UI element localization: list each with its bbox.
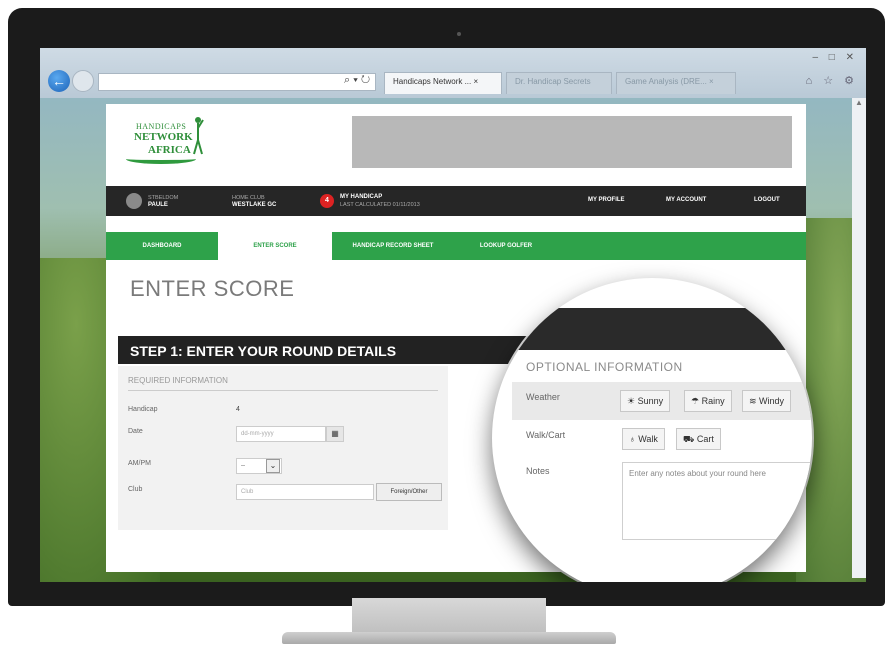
homeclub-name: Westlake GC [232,202,277,208]
required-info-panel: REQUIRED INFORMATION Handicap 4 Date dd-… [118,366,448,530]
logout-link[interactable]: Logout [754,197,780,203]
cart-button[interactable]: ⛟ Cart [676,428,721,450]
browser-chrome: ← ⌕ ▾ ↻ Handicaps Network ... × Dr. Hand… [40,48,866,98]
club-label: Club [128,486,143,493]
my-handicap-label: My Handicap [340,194,383,200]
nav-lookup-golfer[interactable]: Lookup Golfer [454,232,558,260]
monitor-stand-base [282,632,616,644]
my-account-link[interactable]: My Account [666,197,706,203]
handicap-badge: 4 [320,194,334,208]
golfer-label: Stbeldom [148,195,179,201]
my-profile-link[interactable]: My Profile [588,197,625,203]
browser-tab[interactable]: Game Analysis (DRE... × [616,72,736,94]
calendar-icon[interactable]: ▦ [326,426,344,442]
scroll-up-icon[interactable]: ▲ [852,98,866,107]
step-header: STEP 1: ENTER YOUR ROUND DETAILS [118,336,538,364]
forward-arrow-icon[interactable] [72,70,94,92]
browser-tab-active[interactable]: Handicaps Network ... × [384,72,502,94]
main-nav: Dashboard Enter Score Handicap Record Sh… [106,232,806,260]
monitor-frame: ← ⌕ ▾ ↻ Handicaps Network ... × Dr. Hand… [8,8,885,606]
date-label: Date [128,428,143,435]
window-controls[interactable]: – □ ✕ [812,52,858,63]
club-input[interactable]: Club [236,484,374,500]
walkcart-label: Walk/Cart [526,430,566,440]
handicap-label: Handicap [128,406,158,413]
logo-text-handicaps: HANDICAPS [136,122,187,131]
address-icons[interactable]: ⌕ ▾ ↻ [344,74,370,87]
weather-rainy-button[interactable]: ☂ Rainy [684,390,732,412]
nav-handicap-record-sheet[interactable]: Handicap Record Sheet [332,232,454,260]
foreign-other-button[interactable]: Foreign/Other [376,483,442,501]
banner-ad[interactable] [352,116,792,168]
toolbar-icons[interactable]: ⌂ ☆ ⚙ [806,74,858,87]
walk-button[interactable]: ♁ Walk [622,428,665,450]
avatar[interactable] [126,193,142,209]
screen: ← ⌕ ▾ ↻ Handicaps Network ... × Dr. Hand… [40,48,866,582]
divider [128,390,438,391]
magnified-header-bar [492,308,812,350]
chevron-down-icon[interactable]: ⌄ [266,459,280,473]
required-info-heading: REQUIRED INFORMATION [128,376,228,385]
nav-dashboard[interactable]: Dashboard [106,232,218,260]
logo-swoosh [126,154,196,164]
site-logo[interactable]: HANDICAPS NETWORK AFRICA [126,116,208,170]
golfer-icon [193,117,204,155]
notes-textarea[interactable]: Enter any notes about your round here [622,462,812,540]
browser-tab[interactable]: Dr. Handicap Secrets [506,72,612,94]
webcam-dot [457,32,461,36]
golfer-name: Paule [148,202,168,208]
ampm-label: AM/PM [128,460,151,467]
homeclub-label: Home Club [232,195,265,201]
weather-label: Weather [526,392,560,402]
notes-label: Notes [526,466,550,476]
back-arrow-icon[interactable]: ← [48,70,70,92]
handicap-value: 4 [236,406,240,413]
optional-info-heading: OPTIONAL INFORMATION [526,360,683,374]
address-bar[interactable] [98,73,376,91]
scrollbar[interactable]: ▲ [852,98,866,578]
page-title: ENTER SCORE [130,276,295,301]
date-input[interactable]: dd-mm-yyyy [236,426,326,442]
nav-enter-score[interactable]: Enter Score [218,232,332,260]
logo-text-network: NETWORK [134,131,193,143]
magnifier-lens: OPTIONAL INFORMATION Weather ☀ Sunny ☂ R… [492,278,812,582]
weather-sunny-button[interactable]: ☀ Sunny [620,390,671,412]
weather-windy-button[interactable]: ≋ Windy [742,390,792,412]
handicap-calculated-date: Last calculated 01/11/2013 [340,202,420,208]
user-bar: Stbeldom Paule Home Club Westlake GC 4 M… [106,186,806,216]
